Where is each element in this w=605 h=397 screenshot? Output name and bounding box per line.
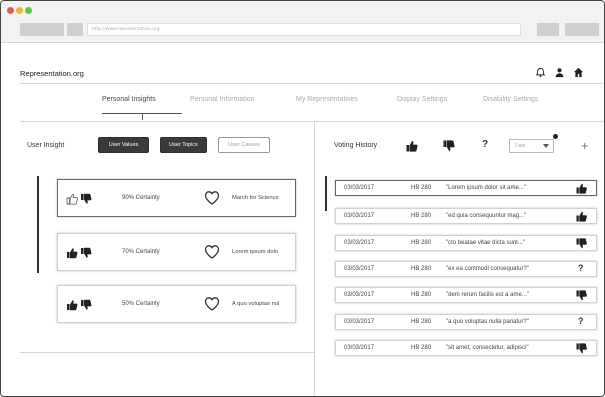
bill-number: HB 280 [411,292,432,298]
vote-date: 03/03/2017 [344,185,375,191]
tab-personal-information[interactable]: Personal Information [190,96,255,103]
vote-date: 03/03/2017 [344,319,375,325]
voting-row[interactable]: 03/03/2017 HB 280 "Lorem ipsum dolor sit a… [335,180,597,196]
tab-personal-insights[interactable]: Personal Insights [102,96,156,103]
bill-excerpt: "cto beatae vitae dicta sunt..." [446,240,525,246]
bill-excerpt: "dem rerum facilis est a ame..." [446,292,529,298]
vote-date: 03/03/2017 [344,345,375,351]
vote-date: 03/03/2017 [344,292,375,298]
tabs-divider [20,121,604,122]
thumbs-down-icon [576,238,587,249]
filter-user-topics[interactable]: User Topics [160,137,207,153]
insight-card[interactable]: 90% Certainty March for Science [57,179,296,217]
certainty-label: 70% Certainty [122,249,160,255]
bill-number: HB 280 [411,185,432,191]
cause-label: A quo voluptas nul [232,301,280,307]
url-bar[interactable]: http://www.representation.org [87,23,521,36]
bill-excerpt: "a quo voluptas nulla pariatur?" [446,319,529,325]
certainty-label: 50% Certainty [122,301,160,307]
tab-my-representatives[interactable]: My Representatives [296,96,358,103]
cause-label: March for Science [232,195,279,201]
thumbs-down-icon [576,343,587,354]
bill-number: HB 280 [411,345,432,351]
vote-date: 03/03/2017 [344,266,375,272]
unsure-vote-icon: ? [578,263,584,273]
tab-display-settings[interactable]: Display Settings [397,96,447,103]
filter-user-values[interactable]: User Values [98,137,149,153]
notification-dot [553,134,558,139]
voting-history-label: Voting History [334,142,378,149]
date-select-value: Date [515,143,526,149]
bill-number: HB 280 [411,213,432,219]
chevron-down-icon [543,144,549,148]
bill-excerpt: "ed quia consequuntur mag..." [446,213,527,219]
header-icons [535,67,584,78]
voting-row[interactable]: 03/03/2017 HB 280 "sit amet, consectetur, … [335,340,597,356]
unsure-vote-icon: ? [578,316,584,326]
thumbs-up-icon [576,211,587,222]
certainty-label: 90% Certainty [122,195,160,201]
heart-icon[interactable] [204,244,220,260]
voting-row[interactable]: 03/03/2017 HB 280 "dem rerum facilis est a… [335,287,597,303]
active-tab-indicator-stub [142,113,143,120]
header-divider [19,83,603,84]
voting-scroll-indicator[interactable] [325,176,327,211]
bill-number: HB 280 [411,319,432,325]
voting-row[interactable]: 03/03/2017 HB 280 "a quo voluptas nulla pa… [335,314,597,330]
back-button[interactable] [20,23,64,36]
heart-icon[interactable] [204,296,220,312]
left-panel-bottom-divider [20,352,315,353]
thumbs-up-filter-icon[interactable] [406,140,418,152]
insight-card[interactable]: 70% Certainty Lorem ipsum dolo [57,233,296,271]
bill-excerpt: "ex ea commodi consequatur?" [446,266,529,272]
browser-menu-button[interactable] [565,23,599,36]
forward-button[interactable] [67,23,83,36]
voting-row[interactable]: 03/03/2017 HB 280 "ex ea commodi consequat… [335,261,597,277]
voting-row[interactable]: 03/03/2017 HB 280 "ed quia consequuntur ma… [335,208,597,224]
filter-user-causes[interactable]: User Causes [218,137,270,153]
cause-label: Lorem ipsum dolo [232,249,279,255]
vote-date: 03/03/2017 [344,213,375,219]
panel-divider [314,122,315,396]
thumbs-up-icon [576,183,587,194]
scroll-indicator[interactable] [37,176,39,273]
vote-date: 03/03/2017 [344,240,375,246]
browser-action-button[interactable] [537,23,559,36]
minimize-window-button[interactable] [16,7,23,14]
browser-chrome: http://www.representation.org [1,1,604,43]
add-button[interactable]: + [581,138,589,153]
user-icon[interactable] [554,67,565,78]
bill-number: HB 280 [411,240,432,246]
bill-excerpt: "Lorem ipsum dolor sit ame..." [446,185,526,191]
home-icon[interactable] [573,67,584,78]
bill-number: HB 280 [411,266,432,272]
heart-icon[interactable] [204,190,220,206]
voting-row[interactable]: 03/03/2017 HB 280 "cto beatae vitae dicta … [335,235,597,251]
unsure-filter-icon[interactable]: ? [482,139,488,150]
thumbs-up-down-icon[interactable] [66,193,94,205]
thumbs-up-down-icon[interactable] [66,299,94,311]
maximize-window-button[interactable] [25,7,32,14]
date-select[interactable]: Date [509,139,554,153]
tab-disability-settings[interactable]: Disability Settings [483,96,538,103]
thumbs-up-down-icon[interactable] [66,247,94,259]
bill-excerpt: "sit amet, consectetur, adipisci" [446,345,529,351]
site-title[interactable]: Representation.org [20,69,84,78]
user-insight-label: User Insight [27,142,65,149]
bell-icon[interactable] [535,67,546,78]
thumbs-down-icon [576,290,587,301]
thumbs-down-filter-icon[interactable] [443,140,455,152]
app-window: http://www.representation.org Representa… [0,0,605,397]
insight-card[interactable]: 50% Certainty A quo voluptas nul [57,285,296,323]
close-window-button[interactable] [7,7,14,14]
